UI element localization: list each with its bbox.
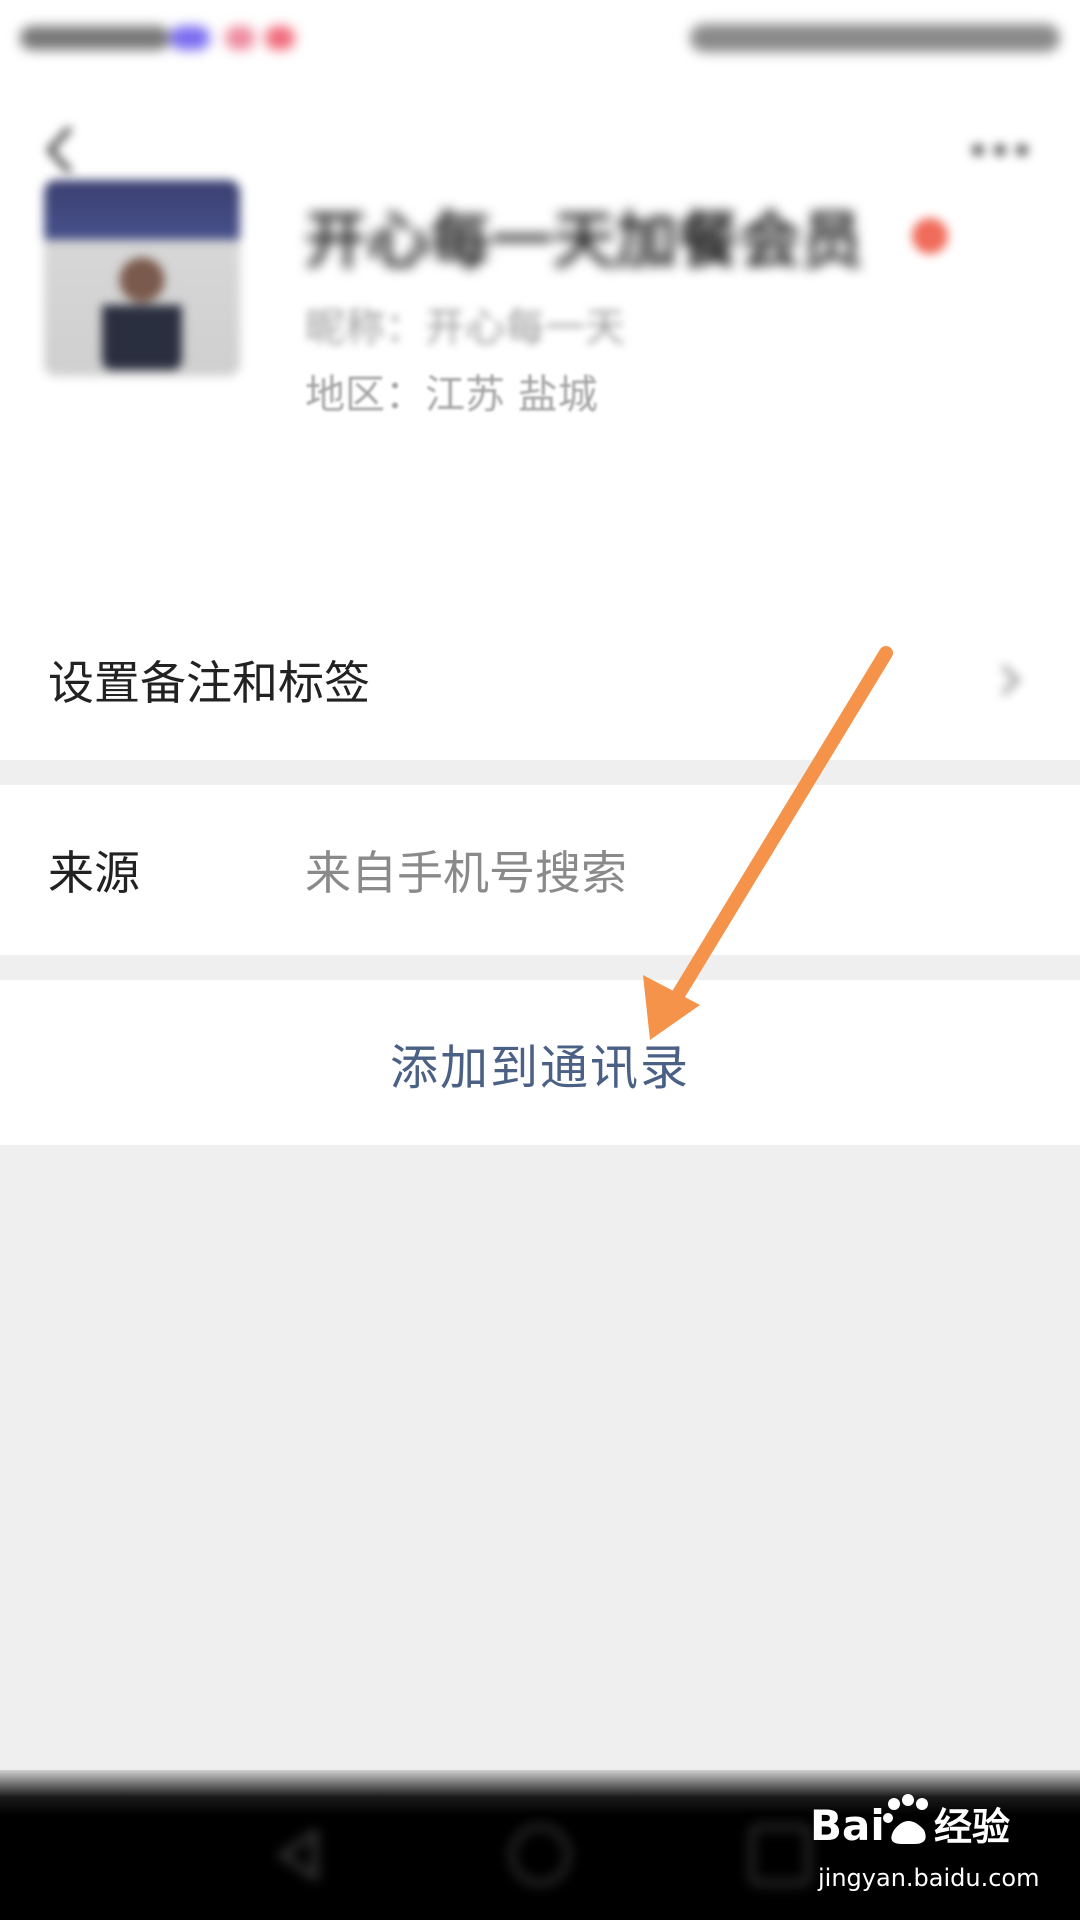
- status-left-icons: [20, 18, 295, 58]
- avatar[interactable]: [44, 180, 240, 376]
- svg-text:经验: 经验: [934, 1805, 1010, 1849]
- more-options-icon[interactable]: [960, 120, 1040, 180]
- watermark-url: jingyan.baidu.com: [818, 1864, 1040, 1892]
- back-arrow-icon[interactable]: [30, 110, 90, 190]
- source-value: 来自手机号搜索: [305, 846, 627, 900]
- source-label: 来源: [48, 846, 140, 900]
- profile-name: 开心每一天加餐会员: [305, 204, 864, 277]
- add-to-contacts-row[interactable]: 添加到通讯录: [0, 980, 1080, 1145]
- chevron-right-icon: [1001, 664, 1021, 696]
- status-right-icons: [690, 18, 1060, 58]
- add-to-contacts-button[interactable]: 添加到通讯录: [390, 1028, 690, 1098]
- baidu-jingyan-watermark: Bai 经验 jingyan.baidu.com: [810, 1790, 1040, 1900]
- nav-back-icon[interactable]: [270, 1825, 330, 1885]
- gender-icon: [912, 218, 948, 254]
- baidu-paw-logo: Bai 经验: [810, 1794, 1010, 1850]
- nav-recent-apps-icon[interactable]: [750, 1825, 810, 1885]
- profile-nickname: 昵称：开心每一天: [305, 305, 625, 351]
- svg-text:Bai: Bai: [810, 1801, 885, 1850]
- status-bar: [0, 0, 1080, 80]
- profile-region: 地区：江苏 盐城: [305, 372, 598, 418]
- nav-home-icon[interactable]: [510, 1825, 570, 1885]
- remark-and-tags-row[interactable]: 设置备注和标签: [0, 600, 1080, 760]
- source-row: 来源 来自手机号搜索: [0, 785, 1080, 955]
- remark-and-tags-label: 设置备注和标签: [48, 656, 370, 710]
- screen: 开心每一天加餐会员 昵称：开心每一天 地区：江苏 盐城 设置备注和标签 来源 来…: [0, 0, 1080, 1920]
